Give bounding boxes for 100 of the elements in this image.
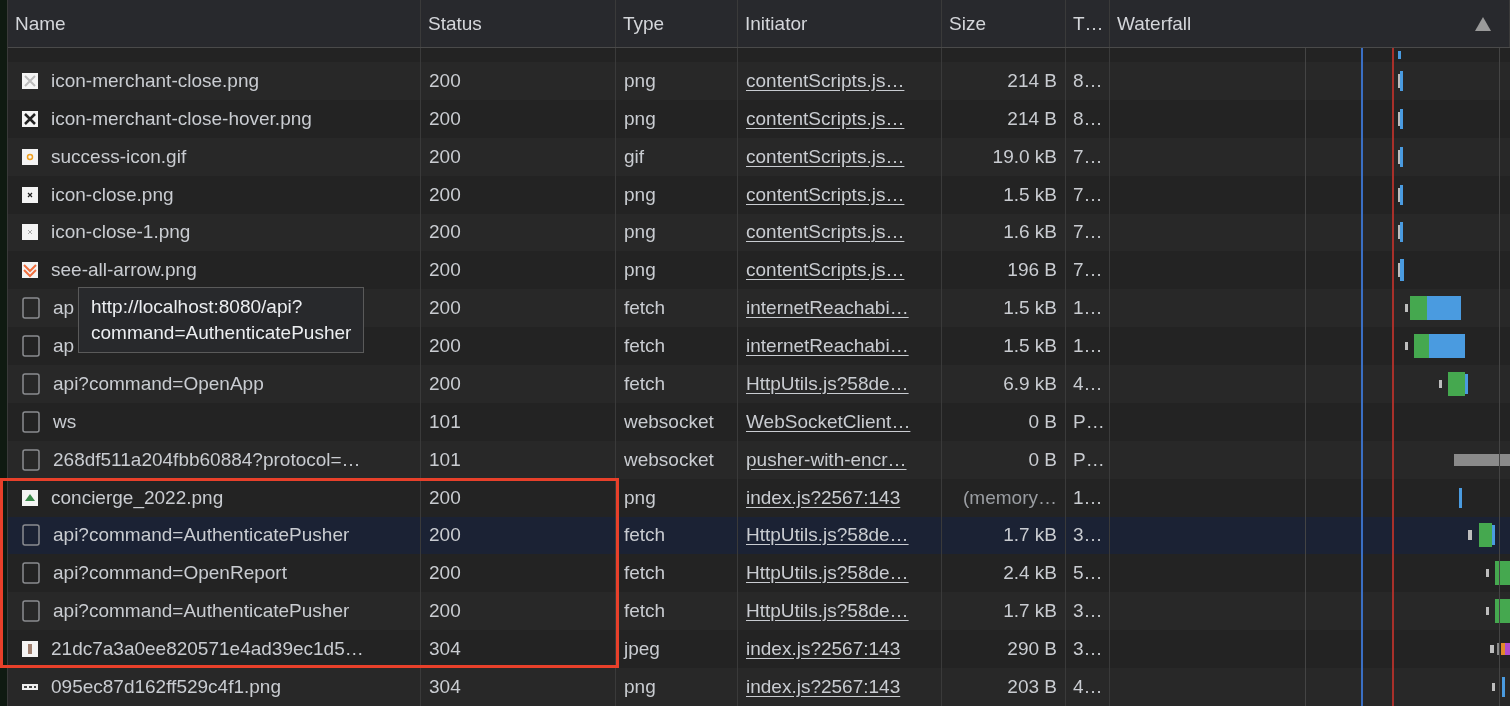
table-row[interactable]: success-icon.gif 200 gif contentScripts.js… 19.0 kB 7… [8, 137, 1510, 176]
file-name: ws [53, 410, 77, 433]
resource-type: fetch [624, 297, 666, 320]
column-header[interactable]: Size [942, 0, 1066, 47]
initiator-link[interactable]: index.js?2567:143 [746, 486, 901, 509]
document-icon [22, 600, 40, 623]
initiator-link[interactable]: internetReachabi… [746, 335, 909, 358]
image-thumbnail-icon [22, 683, 38, 690]
initiator-link[interactable]: contentScripts.js… [746, 221, 905, 244]
initiator-link[interactable]: contentScripts.js… [746, 107, 905, 130]
size-value: 1.6 kB [1003, 221, 1057, 244]
table-row[interactable]: api?command=OpenApp 200 fetch HttpUtils.js?58de… 6.9 kB 4… [8, 365, 1510, 403]
column-header[interactable]: Status [421, 0, 616, 47]
document-icon [22, 410, 40, 433]
initiator-link[interactable]: HttpUtils.js?58de… [746, 372, 909, 395]
time-value: 3… [1073, 524, 1103, 547]
initiator-link[interactable]: HttpUtils.js?58de… [746, 524, 909, 547]
size-value: 0 B [1028, 448, 1057, 471]
column-header[interactable]: Waterfall [1110, 0, 1510, 47]
resource-type: fetch [624, 372, 666, 395]
initiator-link[interactable]: internetReachabi… [746, 297, 909, 320]
resource-type: gif [624, 145, 645, 168]
resource-type: png [624, 183, 656, 206]
time-value: 1… [1073, 486, 1103, 509]
time-value: 4… [1073, 675, 1103, 698]
resource-type: png [624, 259, 656, 282]
status-code: 200 [429, 69, 461, 92]
image-thumbnail-icon [22, 110, 38, 127]
table-row[interactable]: icon-close-1.png 200 png contentScripts.js… 1.6 kB 7… [8, 213, 1510, 252]
initiator-link[interactable]: HttpUtils.js?58de… [746, 562, 909, 585]
time-value: 8… [1073, 107, 1103, 130]
image-thumbnail-icon [22, 186, 38, 203]
resource-type: jpeg [624, 638, 660, 661]
size-value: 1.5 kB [1003, 297, 1057, 320]
initiator-link[interactable]: contentScripts.js… [746, 259, 905, 282]
time-value: 3… [1073, 600, 1103, 623]
initiator-link[interactable]: contentScripts.js… [746, 69, 905, 92]
table-row[interactable]: 268df511a204fbb60884?protocol=… 101 websocket pusher-with-encr… 0 B P… [8, 440, 1510, 479]
waterfall-bar-drawing [1492, 676, 1505, 697]
image-thumbnail-icon [22, 262, 38, 279]
initiator-link[interactable]: index.js?2567:143 [746, 638, 901, 661]
initiator-link[interactable]: index.js?2567:143 [746, 675, 901, 698]
waterfall-bar-drawing [1468, 523, 1495, 548]
table-row[interactable]: icon-merchant-close.png 200 png contentScripts.js… 214 B 8… [8, 62, 1510, 100]
column-header[interactable]: Type [616, 0, 738, 47]
file-name: 095ec87d162ff529c4f1.png [51, 675, 281, 698]
waterfall-bar-drawing [1398, 70, 1403, 91]
size-value: (memory… [963, 486, 1057, 509]
initiator-link[interactable]: contentScripts.js… [746, 183, 905, 206]
resource-type: fetch [624, 335, 666, 358]
sort-ascending-icon [1475, 16, 1491, 31]
size-value: 6.9 kB [1003, 372, 1057, 395]
resource-type: websocket [624, 410, 714, 433]
file-name: 21dc7a3a0ee820571e4ad39ec1d5… [51, 638, 364, 661]
table-row[interactable]: api?command=AuthenticatePusher 200 fetch HttpUtils.js?58de… 1.7 kB 3… [8, 592, 1510, 631]
table-row[interactable]: 095ec87d162ff529c4f1.png 304 png index.js?2567:143 203 B 4… [8, 668, 1510, 706]
initiator-link[interactable]: contentScripts.js… [746, 145, 905, 168]
size-value: 2.4 kB [1003, 562, 1057, 585]
document-icon [22, 524, 40, 547]
size-value: 203 B [1007, 675, 1057, 698]
resource-type: png [624, 69, 656, 92]
waterfall-bar-drawing [1459, 487, 1462, 508]
time-value: 1… [1073, 335, 1103, 358]
document-icon [22, 335, 40, 358]
resource-type: fetch [624, 562, 666, 585]
time-value: 8… [1073, 69, 1103, 92]
file-name: ap [53, 297, 75, 320]
image-thumbnail-icon [22, 489, 38, 506]
initiator-link[interactable]: pusher-with-encr… [746, 448, 907, 471]
waterfall-bar-drawing [1398, 184, 1403, 205]
waterfall-bar-drawing [1398, 222, 1403, 243]
document-icon [22, 372, 40, 395]
file-name: see-all-arrow.png [51, 259, 197, 282]
size-value: 196 B [1007, 259, 1057, 282]
status-code: 200 [429, 524, 461, 547]
waterfall-bar-drawing [1490, 643, 1510, 656]
file-name: api?command=OpenReport [53, 562, 287, 585]
column-header[interactable]: Initiator [738, 0, 942, 47]
waterfall-bar-drawing [1454, 453, 1510, 466]
table-row[interactable]: api?command=AuthenticatePusher 200 fetch HttpUtils.js?58de… 1.7 kB 3… [8, 516, 1510, 555]
resource-type: fetch [624, 524, 666, 547]
initiator-link[interactable]: HttpUtils.js?58de… [746, 600, 909, 623]
document-icon [22, 297, 40, 320]
status-code: 200 [429, 107, 461, 130]
time-value: 3… [1073, 638, 1103, 661]
document-icon [22, 448, 40, 471]
size-value: 1.7 kB [1003, 524, 1057, 547]
file-name: api?command=OpenApp [53, 372, 264, 395]
waterfall-bar-drawing [1398, 259, 1404, 282]
status-code: 304 [429, 638, 461, 661]
column-header[interactable]: T… [1066, 0, 1110, 47]
column-header[interactable]: Name [8, 0, 421, 47]
status-code: 200 [429, 562, 461, 585]
resource-type: png [624, 675, 656, 698]
time-value: P… [1073, 410, 1105, 433]
waterfall-bar-drawing [1405, 334, 1465, 359]
time-value: 7… [1073, 145, 1103, 168]
resource-type: png [624, 486, 656, 509]
file-name: api?command=AuthenticatePusher [53, 524, 350, 547]
initiator-link[interactable]: WebSocketClient… [746, 410, 911, 433]
